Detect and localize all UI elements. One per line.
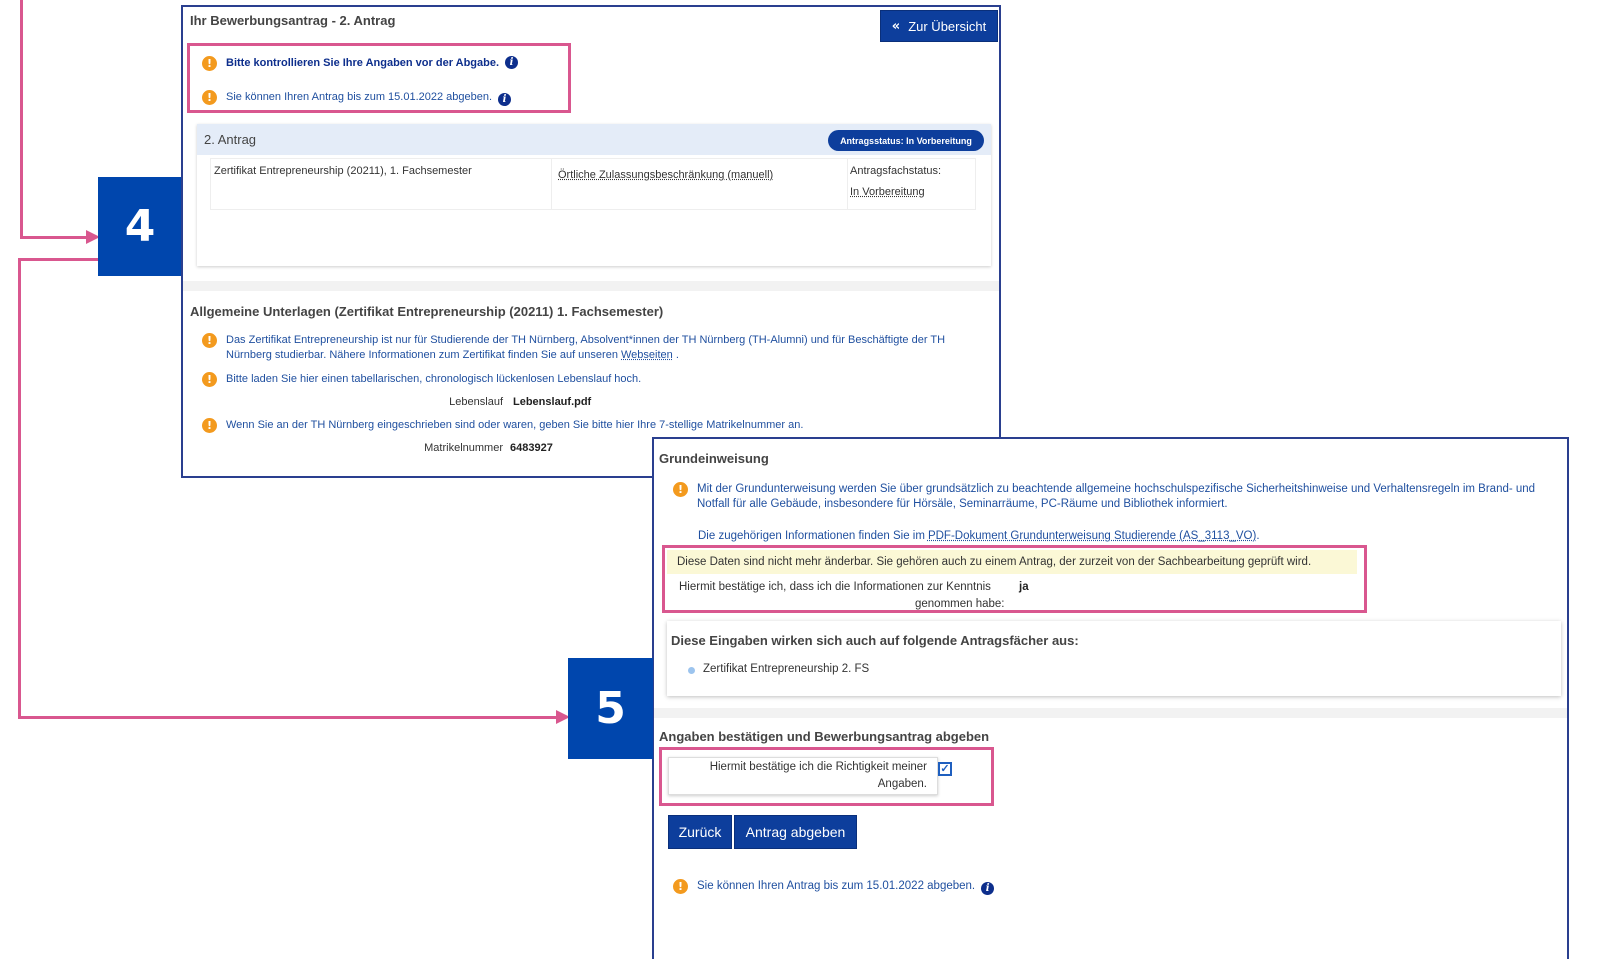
subject-status-label: Antragsfachstatus: <box>850 165 942 177</box>
connector-line-lower-horizontal-b <box>18 716 558 719</box>
connector-line-top-horizontal <box>20 236 88 239</box>
highlight-notices <box>187 43 571 113</box>
step-5-badge: 5 <box>568 658 653 759</box>
section-separator <box>654 708 1567 718</box>
warning-icon: ! <box>202 418 217 433</box>
info-icon[interactable]: i <box>981 882 995 895</box>
antrag-subject: Zertifikat Entrepreneurship (20211), 1. … <box>214 165 472 177</box>
section-separator <box>183 281 999 291</box>
overview-button[interactable]: « Zur Übersicht <box>880 10 998 42</box>
bullet-dot-icon <box>688 667 695 674</box>
cv-file[interactable]: Lebenslauf.pdf <box>513 396 591 408</box>
antrag-subject-row: Zertifikat Entrepreneurship (20211), 1. … <box>210 158 976 210</box>
general-info-3-text: Wenn Sie an der TH Nürnberg eingeschrieb… <box>226 419 804 431</box>
warning-icon: ! <box>202 333 217 348</box>
overview-button-label: Zur Übersicht <box>908 18 987 34</box>
antrag-card: 2. Antrag Antragsstatus: In Vorbereitung… <box>197 124 991 266</box>
application-status-pill: Antragsstatus: In Vorbereitung <box>828 130 984 151</box>
submission-deadline-text: Sie können Ihren Antrag bis zum 15.01.20… <box>697 880 976 892</box>
application-title: Ihr Bewerbungsantrag - 2. Antrag <box>190 13 396 28</box>
pdf-info: Die zugehörigen Informationen finden Sie… <box>698 529 1260 544</box>
back-button[interactable]: Zurück <box>668 815 732 849</box>
general-info-1-text: Das Zertifikat Entrepreneurship ist nur … <box>226 333 992 363</box>
col-divider <box>847 159 848 209</box>
warning-icon: ! <box>202 372 217 387</box>
matrikel-label: Matrikelnummer <box>424 442 503 454</box>
general-info-3: ! Wenn Sie an der TH Nürnberg eingeschri… <box>202 418 803 433</box>
affected-subject-item: Zertifikat Entrepreneurship 2. FS <box>703 663 870 675</box>
col-divider <box>551 159 552 209</box>
general-info-2: ! Bitte laden Sie hier einen tabellarisc… <box>202 372 641 387</box>
orientation-title: Grundeinweisung <box>659 451 769 466</box>
highlight-locked-data <box>662 545 1367 613</box>
affected-subjects-card: Diese Eingaben wirken sich auch auf folg… <box>667 621 1561 696</box>
double-chevron-left-icon: « <box>891 18 901 34</box>
pdf-info-prefix: Die zugehörigen Informationen finden Sie… <box>698 530 925 542</box>
connector-line-lower-vertical <box>18 258 21 719</box>
webseiten-link[interactable]: Webseiten <box>621 349 673 361</box>
step-4-badge: 4 <box>98 177 182 276</box>
submission-panel: Grundeinweisung ! Mit der Grundunterweis… <box>652 437 1569 959</box>
general-documents-title: Allgemeine Unterlagen (Zertifikat Entrep… <box>190 304 664 319</box>
warning-icon: ! <box>673 482 688 497</box>
connector-line-top-vertical <box>20 0 23 239</box>
pdf-info-suffix: . <box>1256 530 1260 542</box>
admission-restriction-link[interactable]: Örtliche Zulassungsbeschränkung (manuell… <box>558 169 773 181</box>
matrikel-value: 6483927 <box>510 442 553 454</box>
orientation-info: ! Mit der Grundunterweisung werden Sie ü… <box>673 482 1543 512</box>
antrag-card-title: 2. Antrag <box>204 132 257 147</box>
orientation-info-text: Mit der Grundunterweisung werden Sie übe… <box>697 483 1536 510</box>
warning-icon: ! <box>673 879 688 894</box>
pdf-document-link[interactable]: PDF-Dokument Grundunterweisung Studieren… <box>928 529 1256 544</box>
cv-label: Lebenslauf <box>449 396 503 408</box>
submit-application-button[interactable]: Antrag abgeben <box>734 815 857 849</box>
affected-subjects-title: Diese Eingaben wirken sich auch auf folg… <box>671 633 1079 648</box>
general-info-2-text: Bitte laden Sie hier einen tabellarische… <box>226 373 642 385</box>
submit-section-title: Angaben bestätigen und Bewerbungsantrag … <box>659 729 990 744</box>
general-info-1: ! Das Zertifikat Entrepreneurship ist nu… <box>202 333 992 363</box>
connector-line-lower-horizontal-a <box>18 258 100 261</box>
submission-deadline: ! Sie können Ihren Antrag bis zum 15.01.… <box>673 879 995 895</box>
general-info-1-end: . <box>672 349 679 361</box>
general-info-1-body: Das Zertifikat Entrepreneurship ist nur … <box>226 334 946 361</box>
highlight-accuracy-confirm <box>659 747 994 806</box>
subject-status-value[interactable]: In Vorbereitung <box>850 186 925 198</box>
